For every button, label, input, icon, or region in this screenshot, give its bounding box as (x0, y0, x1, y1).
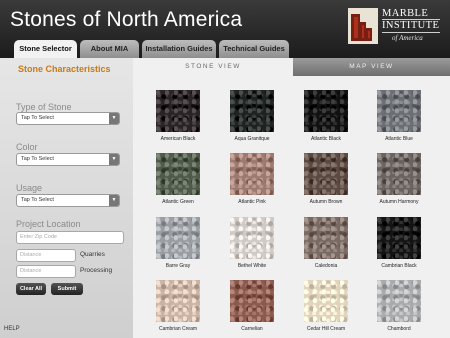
color-select[interactable]: Tap To Select ▼ (16, 153, 120, 166)
stone-name: Barre Gray (165, 263, 191, 269)
stone-name: Cedar Hill Cream (306, 326, 346, 332)
tab-stone-selector[interactable]: Stone Selector (14, 40, 77, 58)
tab-installation-guides[interactable]: Installation Guides (142, 40, 216, 58)
stone-name: Autumn Brown (309, 199, 343, 205)
stone-swatch (230, 90, 274, 132)
tab-technical-guides[interactable]: Technical Guides (219, 40, 289, 58)
usage-value: Tap To Select (21, 197, 54, 203)
sidebar-title: Stone Characteristics (18, 64, 111, 74)
stone-name: Atlantic Black (310, 136, 341, 142)
clear-all-button[interactable]: Clear All (16, 283, 46, 295)
stone-swatch (230, 153, 274, 195)
stone-swatch (156, 90, 200, 132)
stone-swatch (377, 280, 421, 322)
stone-name: Atlantic Green (162, 199, 194, 205)
color-value: Tap To Select (21, 156, 54, 162)
project-location-label: Project Location (16, 219, 81, 229)
stone-swatch (230, 217, 274, 259)
quarries-label: Quarries (80, 251, 105, 258)
type-of-stone-value: Tap To Select (21, 115, 54, 121)
logo-mark-icon (348, 8, 378, 44)
stone-swatch (304, 280, 348, 322)
stone-swatch (156, 280, 200, 322)
chevron-down-icon: ▼ (109, 113, 119, 124)
stone-name: Aqua Granitque (234, 136, 270, 142)
stone-swatch (304, 90, 348, 132)
help-button[interactable]: HELP (4, 326, 20, 332)
stone-swatch (377, 153, 421, 195)
stone-swatch (377, 217, 421, 259)
usage-label: Usage (16, 183, 43, 193)
stone-name: Cambrian Black (381, 263, 417, 269)
usage-select[interactable]: Tap To Select ▼ (16, 194, 120, 207)
stone-name: Bethel White (237, 263, 267, 269)
color-label: Color (16, 142, 38, 152)
app-title: Stones of North America (10, 8, 243, 31)
zip-code-input[interactable]: Enter Zip Code (16, 231, 124, 244)
stone-view-toggle[interactable]: STONE VIEW (133, 58, 293, 76)
map-view-toggle[interactable]: MAP VIEW (293, 58, 450, 76)
logo-text-line3: of America (392, 34, 423, 42)
stone-name: Cambrian Cream (158, 326, 198, 332)
stone-swatch (156, 153, 200, 195)
filter-sidebar: Stone Characteristics Type of Stone Tap … (0, 58, 133, 338)
submit-button[interactable]: Submit (51, 283, 83, 295)
tab-about-mia[interactable]: About MIA (80, 40, 139, 58)
stone-swatch (304, 217, 348, 259)
stone-grid: American Black Aqua Granitque Atlantic B… (133, 90, 450, 338)
processing-distance-input[interactable]: Distance (16, 265, 76, 278)
logo-text-line2: INSTITUTE (382, 20, 440, 31)
quarries-distance-input[interactable]: Distance (16, 249, 76, 262)
stone-name: Atlantic Blue (385, 136, 413, 142)
stone-name: Chambord (387, 326, 411, 332)
stone-name: Caledonia (314, 263, 338, 269)
app-header: Stones of North America MARBLE INSTITUTE… (0, 0, 450, 58)
stone-swatch (230, 280, 274, 322)
logo-divider (382, 32, 440, 33)
stone-swatch (304, 153, 348, 195)
stone-name: Carnelian (241, 326, 263, 332)
stone-name: American Black (160, 136, 196, 142)
stone-name: Autumn Harmony (379, 199, 419, 205)
stone-swatch (156, 217, 200, 259)
type-of-stone-select[interactable]: Tap To Select ▼ (16, 112, 120, 125)
marble-institute-logo: MARBLE INSTITUTE of America (346, 5, 444, 49)
type-of-stone-label: Type of Stone (16, 102, 72, 112)
processing-label: Processing (80, 267, 113, 274)
chevron-down-icon: ▼ (109, 154, 119, 165)
logo-text-line1: MARBLE (382, 8, 429, 19)
stone-swatch (377, 90, 421, 132)
stone-name: Atlantic Pink (238, 199, 266, 205)
chevron-down-icon: ▼ (109, 195, 119, 206)
